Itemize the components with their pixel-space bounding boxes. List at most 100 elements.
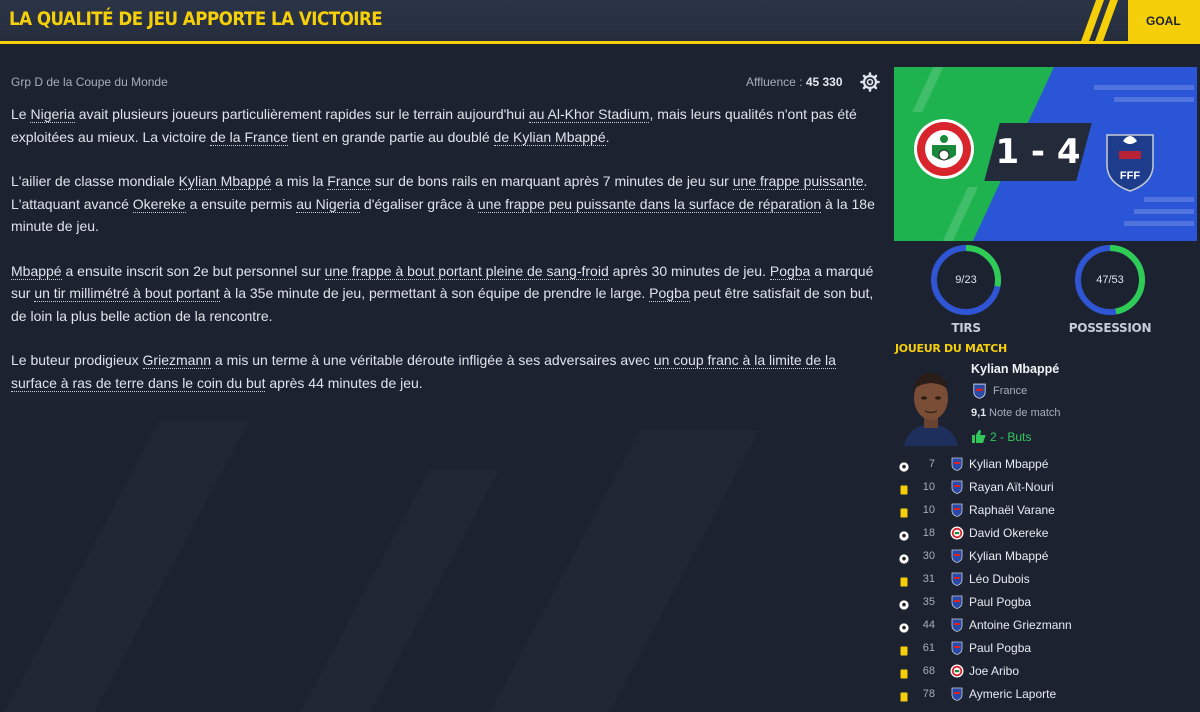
event-player[interactable]: David Okereke: [969, 526, 1048, 540]
france-badge-icon: [950, 595, 964, 609]
report-link[interactable]: une frappe peu puissante dans la surface…: [477, 195, 822, 213]
background-stripe: [0, 420, 250, 712]
event-player[interactable]: Paul Pogba: [969, 595, 1031, 609]
report-link[interactable]: Nigeria: [30, 106, 75, 123]
score-card: 1 - 4 FFF: [894, 67, 1197, 241]
svg-text:FFF: FFF: [1120, 170, 1140, 182]
event-player[interactable]: Raphaël Varane: [969, 503, 1055, 517]
report-link[interactable]: France: [327, 173, 371, 190]
france-badge-icon: [950, 480, 964, 494]
nigeria-crest-icon: [914, 119, 974, 179]
event-row: 18 David Okereke: [895, 521, 1195, 544]
goal-tab[interactable]: GOAL: [1079, 0, 1200, 44]
report-link[interactable]: Mbappé: [11, 262, 62, 280]
event-row: 61 Paul Pogba: [895, 636, 1195, 659]
event-row: 78 Aymeric Laporte: [895, 682, 1195, 705]
player-rating: 9,1: [971, 407, 987, 419]
player-name[interactable]: Kylian Mbappé: [971, 362, 1059, 376]
report-link[interactable]: au Al-Khor Stadium: [528, 106, 650, 123]
report-link[interactable]: Kylian Mbappé: [178, 173, 272, 190]
shots-label: TIRS: [951, 321, 981, 335]
report-text: sur de bons rails en marquant après 7 mi…: [370, 173, 733, 189]
report-text: Le buteur prodigieux: [11, 352, 143, 368]
event-row: 35 Paul Pogba: [895, 590, 1195, 613]
player-avatar: [900, 364, 962, 446]
nigeria-badge-icon: [950, 526, 964, 540]
report-link[interactable]: au Nigeria: [296, 195, 361, 213]
event-minute: 30: [922, 550, 935, 562]
report-link[interactable]: un tir millimétré à bout portant: [34, 285, 220, 302]
nigeria-badge-icon: [950, 664, 964, 678]
report-link[interactable]: de la France: [210, 128, 289, 146]
attendance: Affluence : 45 330: [746, 75, 843, 89]
event-player[interactable]: Léo Dubois: [969, 572, 1030, 586]
yellow-card-icon: [899, 689, 909, 702]
yellow-card-icon: [899, 505, 909, 518]
card-stripe: [912, 67, 946, 112]
yellow-card-icon: [899, 666, 909, 679]
event-row: 10 Raphaël Varane: [895, 498, 1195, 521]
event-player[interactable]: Kylian Mbappé: [969, 457, 1048, 471]
report-text: tient en grande partie au doublé: [288, 128, 494, 145]
goal-tab-label: GOAL: [1146, 14, 1181, 28]
event-player[interactable]: Rayan Aït-Nouri: [969, 480, 1054, 494]
event-player[interactable]: Kylian Mbappé: [969, 549, 1048, 563]
france-badge-icon: [950, 503, 964, 517]
ball-icon: [899, 597, 909, 610]
card-stripe: [1124, 221, 1194, 226]
event-minute: 44: [922, 619, 935, 631]
background-stripe: [480, 430, 760, 712]
event-minute: 68: [922, 665, 935, 677]
rating-label: Note de match: [989, 407, 1061, 419]
card-stripe: [1134, 209, 1194, 214]
france-badge-icon: [950, 641, 964, 655]
event-minute: 10: [922, 481, 935, 493]
report-text: .: [605, 128, 610, 145]
event-minute: 18: [922, 527, 935, 539]
report-text: avait plusieurs joueurs particulièrement…: [74, 106, 529, 122]
report-text: après 44 minutes de jeu.: [265, 374, 423, 391]
event-row: 10 Rayan Aït-Nouri: [895, 475, 1195, 498]
report-link[interactable]: Pogba: [649, 285, 690, 302]
event-player[interactable]: Paul Pogba: [969, 641, 1031, 655]
report-text: à la 35e minute de jeu, permettant à son…: [219, 285, 650, 301]
page-title: LA QUALITÉ DE JEU APPORTE LA VICTOIRE: [9, 8, 383, 30]
france-badge-icon: [950, 549, 964, 563]
event-row: 31 Léo Dubois: [895, 567, 1195, 590]
report-text: a mis la: [271, 173, 328, 189]
player-country: France: [993, 385, 1028, 397]
event-minute: 10: [922, 504, 935, 516]
event-player[interactable]: Aymeric Laporte: [969, 687, 1056, 701]
report-link[interactable]: de Kylian Mbappé: [493, 128, 606, 146]
match-events-list: 7 Kylian Mbappé 10 Rayan Aït-Nouri 10 Raphaël…: [895, 452, 1195, 705]
event-minute: 7: [928, 458, 935, 470]
event-player[interactable]: Joe Aribo: [969, 664, 1019, 678]
report-link[interactable]: Griezmann: [142, 352, 212, 369]
background-stripe: [291, 470, 499, 712]
possession-value: 47/53: [1096, 274, 1124, 286]
france-badge-icon: [950, 457, 964, 471]
card-stripe: [1144, 197, 1194, 202]
yellow-card-icon: [899, 643, 909, 656]
yellow-card-icon: [899, 574, 909, 587]
france-badge-icon: [950, 618, 964, 632]
header-bar: LA QUALITÉ DE JEU APPORTE LA VICTOIRE GO…: [0, 0, 1200, 44]
event-row: 7 Kylian Mbappé: [895, 452, 1195, 475]
report-paragraph: Le Nigeria avait plusieurs joueurs parti…: [11, 103, 883, 148]
ball-icon: [899, 620, 909, 633]
report-paragraph: L'ailier de classe mondiale Kylian Mbapp…: [11, 170, 883, 238]
report-text: a ensuite inscrit son 2e but personnel s…: [61, 262, 325, 279]
report-link[interactable]: Okereke: [132, 195, 186, 213]
event-row: 68 Joe Aribo: [895, 659, 1195, 682]
report-link[interactable]: une frappe à bout portant pleine de sang…: [324, 262, 609, 280]
report-text: Le: [11, 106, 31, 122]
event-minute: 35: [922, 596, 935, 608]
attendance-label: Affluence :: [746, 75, 803, 89]
event-player[interactable]: Antoine Griezmann: [969, 618, 1072, 632]
report-link[interactable]: une frappe puissante: [732, 173, 864, 190]
report-link[interactable]: Pogba: [769, 262, 811, 280]
gear-icon[interactable]: [860, 72, 880, 92]
match-report: Le Nigeria avait plusieurs joueurs parti…: [11, 103, 883, 416]
card-stripe: [1094, 85, 1194, 90]
event-minute: 31: [922, 573, 935, 585]
